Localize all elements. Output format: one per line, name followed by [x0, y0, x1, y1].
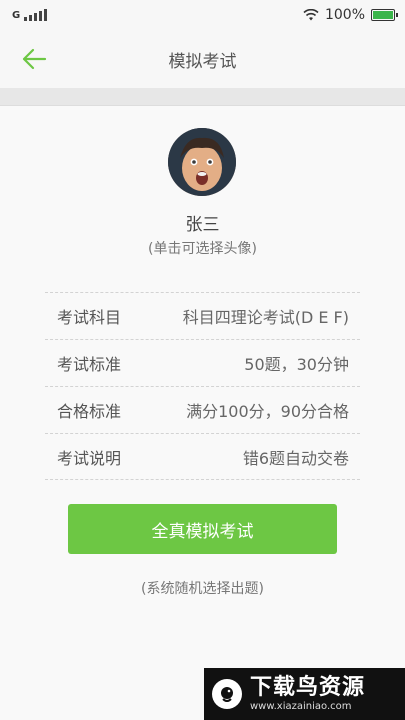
user-name: 张三	[185, 215, 220, 235]
info-label: 考试标准	[57, 355, 122, 374]
info-label: 合格标准	[57, 402, 122, 421]
bird-logo-icon	[212, 679, 242, 709]
info-row-subject: 考试科目 科目四理论考试(D E F)	[45, 292, 360, 339]
status-bar: G 100%	[0, 0, 405, 30]
status-right: 100%	[303, 7, 398, 23]
watermark-url: www.xiazainiao.com	[250, 700, 352, 712]
status-left: G	[12, 9, 48, 21]
info-value: 满分100分，90分合格	[186, 402, 349, 421]
info-row-instructions: 考试说明 错6题自动交卷	[45, 433, 360, 480]
watermark-text: 下载鸟资源 www.xiazainiao.com	[250, 675, 366, 712]
back-arrow-icon	[22, 48, 47, 70]
battery-icon	[371, 9, 398, 21]
info-label: 考试说明	[57, 448, 122, 468]
signal-icon	[24, 9, 48, 21]
section-divider	[0, 88, 405, 106]
back-button[interactable]	[18, 44, 50, 74]
info-value: 科目四理论考试(D E F)	[182, 308, 349, 327]
info-row-pass: 合格标准 满分100分，90分合格	[45, 386, 360, 433]
random-question-note: (系统随机选择出题)	[141, 581, 264, 597]
info-value: 错6题自动交卷	[242, 448, 349, 468]
start-exam-button[interactable]: 全真模拟考试	[68, 504, 337, 554]
avatar-hint: (单击可选择头像)	[148, 241, 257, 257]
carrier-label: G	[12, 9, 21, 21]
info-label: 考试科目	[57, 308, 122, 327]
page-title: 模拟考试	[168, 51, 237, 72]
wifi-icon	[303, 9, 319, 21]
info-row-standard: 考试标准 50题，30分钟	[45, 339, 360, 386]
main-content: 张三 (单击可选择头像) 考试科目 科目四理论考试(D E F) 考试标准 50…	[0, 106, 405, 720]
nav-bar: 模拟考试	[0, 30, 405, 88]
battery-fill	[373, 11, 393, 19]
child-avatar-icon	[168, 128, 236, 196]
avatar[interactable]	[168, 128, 236, 196]
watermark-main: 下载鸟资源	[250, 675, 366, 701]
battery-percent: 100%	[324, 7, 365, 23]
watermark: 下载鸟资源 www.xiazainiao.com	[204, 668, 405, 720]
exam-info-table: 考试科目 科目四理论考试(D E F) 考试标准 50题，30分钟 合格标准 满…	[45, 292, 360, 480]
info-value: 50题，30分钟	[244, 355, 349, 374]
